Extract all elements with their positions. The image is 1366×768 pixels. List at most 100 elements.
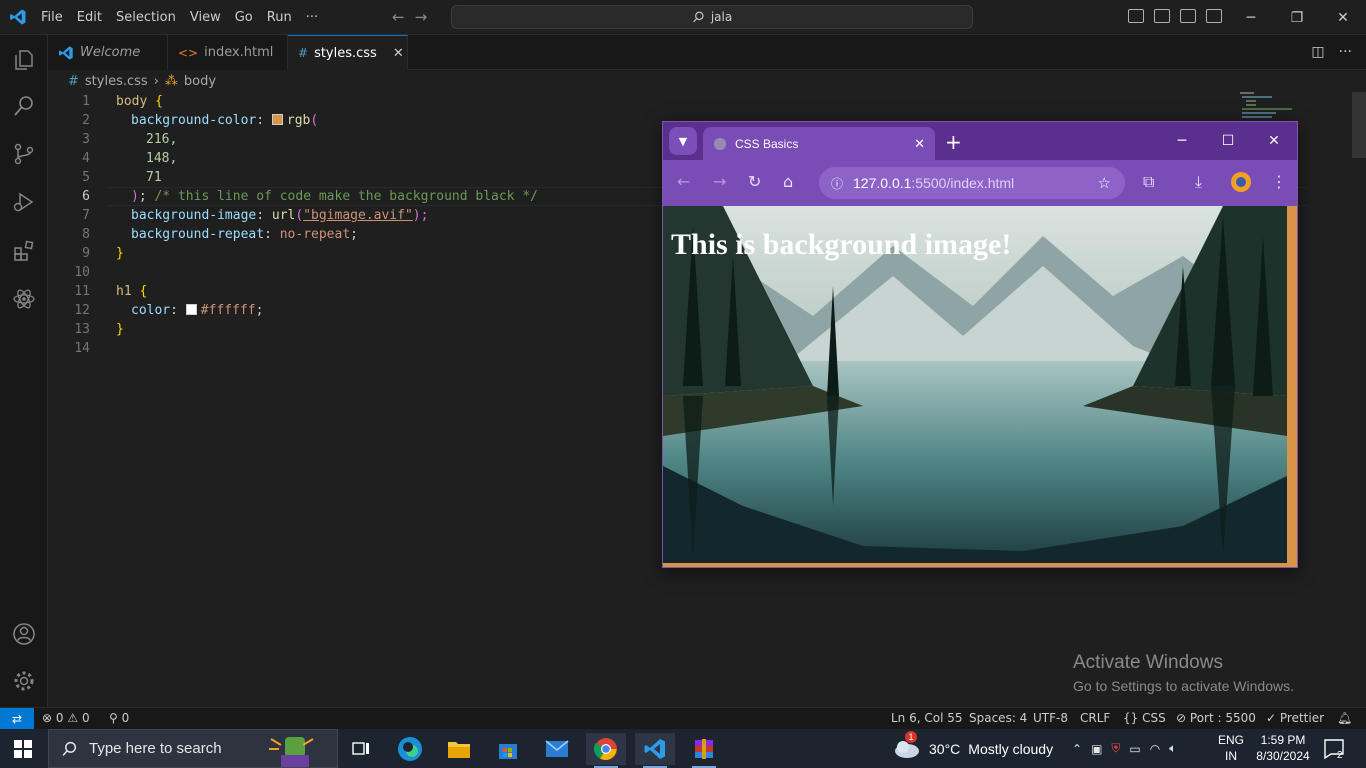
profile-avatar[interactable]	[1230, 171, 1252, 193]
wifi-icon[interactable]: ◠	[1150, 742, 1160, 756]
code-token: no-repeat	[279, 227, 351, 242]
tab-label: styles.css	[314, 45, 377, 61]
menu-file[interactable]: File	[34, 10, 70, 25]
forward-arrow-icon[interactable]: →	[713, 172, 726, 191]
globe-icon	[713, 137, 727, 150]
bookmark-star-icon[interactable]: ☆	[1098, 174, 1111, 192]
cursor-position[interactable]: Ln 6, Col 55	[891, 711, 963, 725]
language-region: IN	[1225, 749, 1237, 763]
tab-welcome[interactable]: Welcome	[48, 35, 168, 70]
tab-styles-css[interactable]: # styles.css ✕	[288, 35, 408, 70]
toggle-panel-icon[interactable]	[1154, 9, 1170, 23]
browser-tab[interactable]: CSS Basics ✕	[703, 127, 935, 160]
back-arrow-icon[interactable]: ←	[392, 8, 405, 26]
end-of-line[interactable]: CRLF	[1080, 711, 1110, 725]
close-tab-icon[interactable]: ✕	[393, 46, 404, 61]
run-debug-icon[interactable]	[12, 190, 36, 214]
taskbar-search[interactable]: Type here to search	[48, 729, 338, 768]
explorer-icon[interactable]	[12, 48, 36, 72]
indentation[interactable]: Spaces: 4	[969, 711, 1027, 725]
menu-more[interactable]: ···	[299, 10, 325, 25]
accounts-icon[interactable]	[12, 622, 36, 646]
close-tab-icon[interactable]: ✕	[914, 136, 925, 152]
encoding[interactable]: UTF-8	[1033, 711, 1068, 725]
language-mode[interactable]: {} CSS	[1123, 711, 1166, 725]
prettier-status[interactable]: ✓ Prettier	[1266, 711, 1324, 725]
customize-layout-icon[interactable]	[1206, 9, 1222, 23]
color-swatch[interactable]	[185, 304, 197, 315]
search-icon[interactable]	[12, 94, 36, 118]
maximize-icon[interactable]: ☐	[1205, 122, 1251, 160]
react-atom-icon[interactable]	[12, 287, 36, 311]
chrome-browser-icon[interactable]	[586, 733, 626, 768]
site-info-icon[interactable]: ⓘ	[831, 175, 843, 192]
taskbar-clock[interactable]: 1:59 PM 8/30/2024	[1252, 732, 1314, 764]
minimize-icon[interactable]: ─	[1228, 0, 1274, 35]
weather-badge: 1	[905, 730, 917, 743]
edge-browser-icon[interactable]	[390, 733, 430, 765]
winrar-icon[interactable]	[684, 733, 724, 768]
split-editor-icon[interactable]: ◫	[1311, 44, 1324, 60]
extensions-puzzle-icon[interactable]: ⧉	[1143, 172, 1154, 192]
watermark-title: Activate Windows	[1073, 652, 1223, 673]
action-center-icon[interactable]: 2	[1323, 738, 1347, 764]
close-icon[interactable]: ✕	[1251, 122, 1297, 160]
input-language[interactable]: ENG IN	[1218, 732, 1244, 764]
minimize-icon[interactable]: ─	[1159, 122, 1205, 160]
problems-indicator[interactable]: ⊗ 0 ⚠ 0	[42, 711, 90, 725]
line-number: 13	[74, 322, 90, 337]
menu-edit[interactable]: Edit	[70, 10, 109, 25]
notifications-bell-icon[interactable]: 🔔︎	[1337, 711, 1352, 725]
vscode-taskbar-icon[interactable]	[635, 733, 675, 768]
tab-index-html[interactable]: <> index.html	[168, 35, 288, 70]
download-icon[interactable]: ⤓	[1195, 172, 1202, 192]
tab-search-button[interactable]: ▼	[669, 127, 697, 155]
reload-icon[interactable]: ↻	[748, 172, 761, 191]
code-line: background-repeat: no-repeat;	[131, 225, 358, 244]
close-icon[interactable]: ✕	[1320, 0, 1366, 35]
remote-indicator-icon[interactable]: ⇄	[0, 708, 34, 729]
menu-view[interactable]: View	[183, 10, 228, 25]
browser-toolbar: ← → ↻ ⌂ ⓘ 127.0.0.1:5500/index.html ☆ ⧉ …	[663, 160, 1297, 206]
menu-kebab-icon[interactable]: ⋮	[1271, 172, 1287, 191]
microsoft-store-icon[interactable]	[488, 733, 528, 765]
speaker-icon[interactable]: 🔈︎	[1169, 741, 1176, 756]
more-actions-icon[interactable]: ···	[1339, 44, 1352, 60]
file-explorer-icon[interactable]	[439, 733, 479, 765]
address-bar[interactable]: ⓘ 127.0.0.1:5500/index.html ☆	[819, 167, 1125, 199]
back-arrow-icon[interactable]: ←	[677, 172, 690, 191]
extensions-icon[interactable]	[12, 239, 36, 263]
toggle-primary-sidebar-icon[interactable]	[1128, 9, 1144, 23]
breadcrumb-symbol[interactable]: body	[184, 74, 216, 89]
battery-icon[interactable]: ▭	[1129, 742, 1140, 756]
menu-bar: File Edit Selection View Go Run ···	[34, 0, 325, 35]
command-center-search[interactable]: jala	[451, 5, 973, 29]
security-alert-icon[interactable]: ⛨	[1111, 741, 1120, 756]
menu-selection[interactable]: Selection	[109, 10, 183, 25]
ports-indicator[interactable]: ⚲ 0	[109, 711, 129, 725]
meet-now-icon[interactable]: ▣	[1091, 742, 1102, 756]
live-server-port[interactable]: ⊘ Port : 5500	[1176, 711, 1256, 725]
source-control-icon[interactable]	[12, 142, 36, 166]
new-tab-icon[interactable]: +	[945, 130, 962, 154]
code-link[interactable]: "bgimage.avif"	[303, 208, 413, 223]
color-swatch[interactable]	[271, 114, 283, 125]
editor-tabs: Welcome <> index.html # styles.css ✕ ◫ ·…	[48, 35, 1366, 70]
mail-icon[interactable]	[537, 733, 577, 765]
menu-run[interactable]: Run	[260, 10, 299, 25]
breadcrumb-file[interactable]: styles.css	[85, 74, 148, 89]
restore-icon[interactable]: ❐	[1274, 0, 1320, 35]
menu-go[interactable]: Go	[228, 10, 260, 25]
html-code-icon: <>	[178, 45, 199, 60]
toggle-secondary-sidebar-icon[interactable]	[1180, 9, 1196, 23]
weather-widget[interactable]: 1 30°C Mostly cloudy	[893, 730, 1053, 765]
code-line: body {	[116, 92, 163, 111]
settings-gear-icon[interactable]	[12, 669, 36, 693]
task-view-icon[interactable]	[341, 733, 381, 765]
home-icon[interactable]: ⌂	[783, 172, 793, 191]
forward-arrow-icon[interactable]: →	[415, 8, 428, 26]
vertical-scrollbar[interactable]	[1352, 92, 1366, 158]
chevron-up-icon[interactable]: ⌃	[1072, 742, 1082, 756]
windows-start-icon[interactable]	[14, 740, 32, 758]
breadcrumb: # styles.css › ⁂ body	[48, 70, 216, 92]
